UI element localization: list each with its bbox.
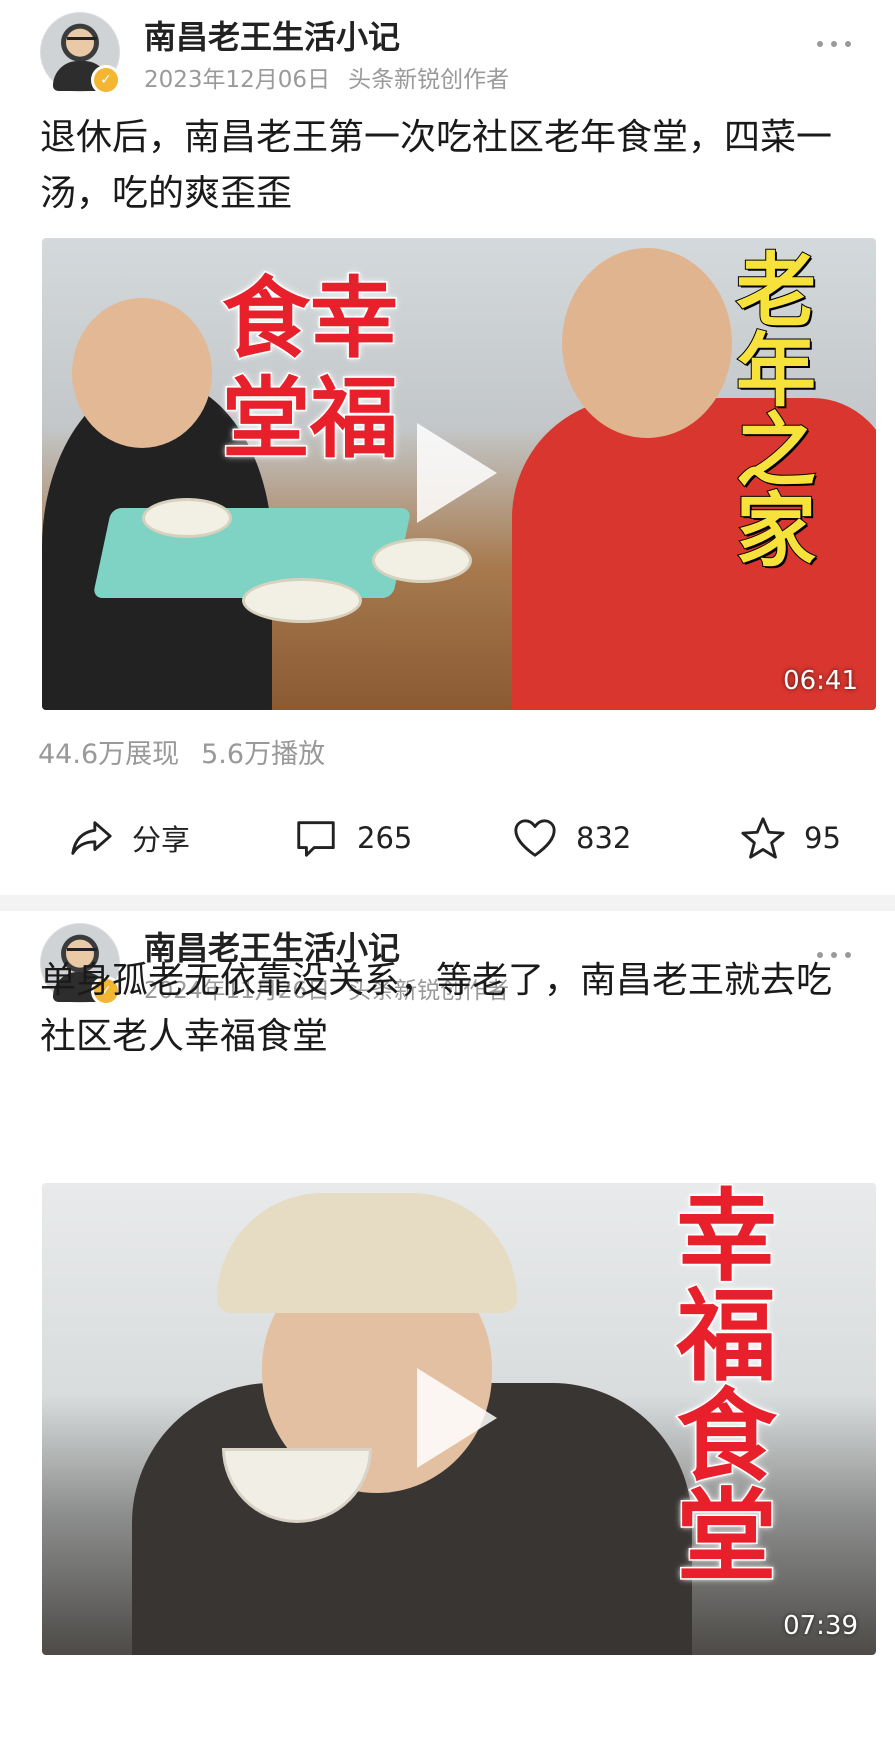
like-button[interactable]: 832: [512, 808, 631, 868]
author-avatar[interactable]: ✓: [40, 12, 121, 95]
post-meta: 2023年12月06日 头条新锐创作者: [144, 60, 509, 94]
post-stats: 44.6万展现 5.6万播放: [38, 732, 325, 771]
overlay-text-2: 堂福: [220, 365, 399, 472]
share-icon: [71, 821, 112, 855]
post-title[interactable]: 单身孤老无依靠没关系，等老了，南昌老王就去吃社区老人幸福食堂: [40, 953, 860, 1065]
favorite-button[interactable]: 95: [740, 808, 841, 868]
like-count: 832: [576, 821, 632, 855]
impressions-count: 44.6万展现: [38, 739, 180, 770]
share-label: 分享: [132, 823, 191, 857]
share-button[interactable]: 分享: [68, 808, 190, 868]
bowl: [372, 538, 472, 583]
feed-post-2: ✓ 南昌老王生活小记 2024年11月26日 头条新锐创作者 单身孤老无依靠没关系…: [0, 911, 895, 1740]
post-separator: [0, 895, 895, 911]
bowl: [142, 498, 232, 538]
comment-count: 265: [357, 821, 413, 855]
play-icon[interactable]: [417, 423, 497, 523]
plays-count: 5.6万播放: [201, 739, 326, 770]
overlay-text-1: 幸福食堂: [658, 1183, 779, 1585]
creator-badge-text: 头条新锐创作者: [348, 67, 510, 93]
diner-right-head: [562, 248, 732, 438]
diner-right: [512, 398, 876, 710]
video-thumbnail[interactable]: 食幸 堂福 老年之家 06:41: [42, 238, 876, 710]
food-tray: [92, 508, 412, 598]
feed-post-1: ✓ 南昌老王生活小记 2023年12月06日 头条新锐创作者 退休后，南昌老王第一…: [0, 0, 895, 895]
verified-badge-icon: ✓: [91, 65, 121, 95]
plate: [242, 578, 362, 623]
favorite-star-icon: [741, 817, 785, 859]
video-thumbnail[interactable]: 幸福食堂 07:39: [42, 1183, 876, 1655]
comment-icon: [297, 821, 335, 857]
play-icon[interactable]: [417, 1368, 497, 1468]
video-duration: 07:39: [783, 1611, 858, 1641]
more-dots-icon[interactable]: [813, 32, 855, 52]
diner-left-head: [72, 298, 212, 448]
video-duration: 06:41: [783, 666, 858, 696]
post-title[interactable]: 退休后，南昌老王第一次吃社区老年食堂，四菜一汤，吃的爽歪歪: [40, 110, 860, 222]
favorite-count: 95: [804, 821, 841, 855]
author-name[interactable]: 南昌老王生活小记: [144, 12, 400, 58]
like-heart-icon: [514, 819, 556, 857]
overlay-text-3: 老年之家: [722, 247, 818, 569]
comment-button[interactable]: 265: [293, 808, 412, 868]
post-header: ✓ 南昌老王生活小记 2023年12月06日 头条新锐创作者: [40, 12, 855, 95]
diner-cap: [217, 1193, 517, 1313]
post-date: 2023年12月06日: [144, 67, 331, 93]
action-bar: 分享 265 832 95: [0, 808, 895, 868]
